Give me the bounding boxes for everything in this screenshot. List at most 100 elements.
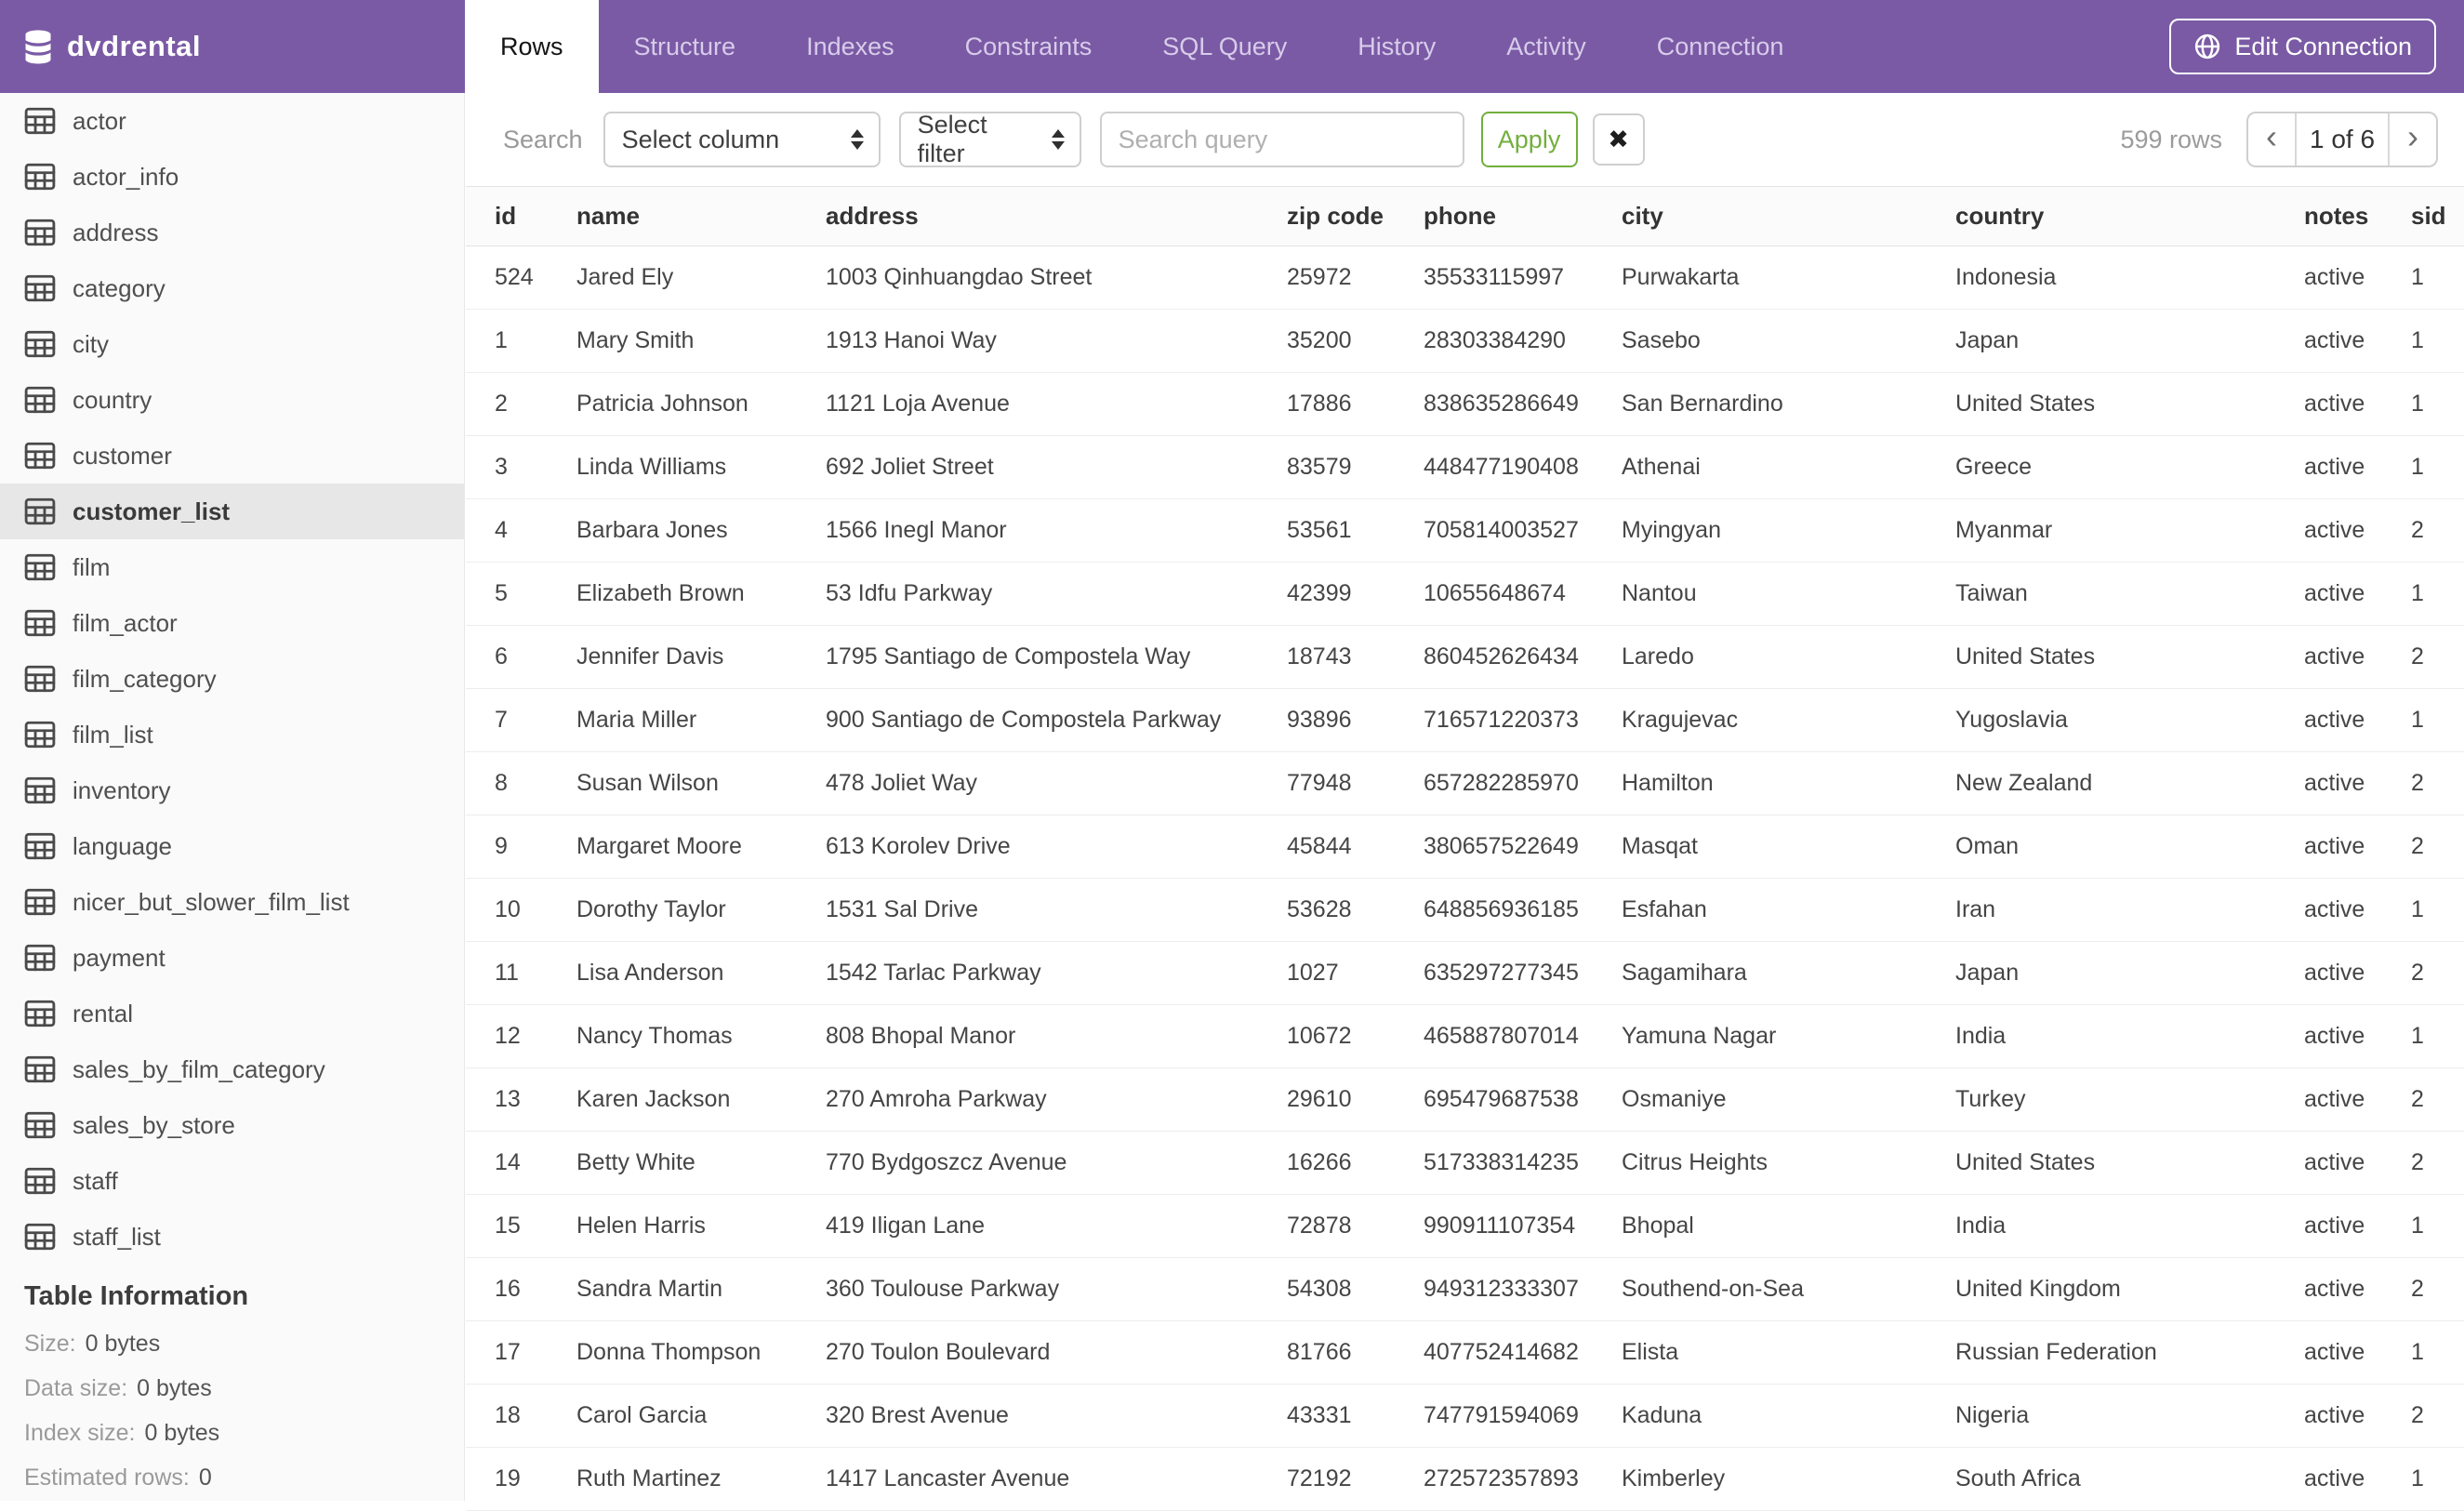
sidebar-item-film[interactable]: film	[0, 539, 464, 595]
app-header: dvdrental Rows Structure Indexes Constraint…	[0, 0, 2464, 93]
cell-phone: 28303384290	[1424, 327, 1566, 353]
tab-constraints[interactable]: Constraints	[930, 0, 1128, 93]
column-header-city[interactable]: city	[1622, 202, 1955, 231]
sidebar-item-inventory[interactable]: inventory	[0, 762, 464, 818]
table-row[interactable]: 17 Donna Thompson 270 Toulon Boulevard 8176…	[466, 1321, 2464, 1385]
column-header-name[interactable]: name	[576, 202, 826, 231]
sidebar-item-sales-by-store[interactable]: sales_by_store	[0, 1097, 464, 1153]
tab-activity[interactable]: Activity	[1471, 0, 1622, 93]
column-header-phone[interactable]: phone	[1424, 202, 1622, 231]
prev-page-button[interactable]: ‹	[2248, 113, 2295, 166]
cell-name: Barbara Jones	[576, 517, 728, 543]
sidebar-item-label: staff	[73, 1166, 118, 1195]
sidebar-item-city[interactable]: city	[0, 316, 464, 372]
sidebar-item-language[interactable]: language	[0, 818, 464, 874]
tab-connection[interactable]: Connection	[1622, 0, 1820, 93]
table-row[interactable]: 7 Maria Miller 900 Santiago de Compostela …	[466, 689, 2464, 752]
sidebar-item-label: sales_by_film_category	[73, 1054, 325, 1083]
sidebar-item-label: inventory	[73, 775, 171, 804]
cell-address: 1417 Lancaster Avenue	[826, 1465, 1070, 1491]
table-row[interactable]: 9 Margaret Moore 613 Korolev Drive 45844 380…	[466, 815, 2464, 879]
table-row[interactable]: 14 Betty White 770 Bydgoszcz Avenue 16266 51…	[466, 1132, 2464, 1195]
data-grid: id name address zip code phone city country not…	[466, 186, 2464, 1511]
sidebar-item-sales-by-film-category[interactable]: sales_by_film_category	[0, 1041, 464, 1097]
table-row[interactable]: 13 Karen Jackson 270 Amroha Parkway 29610 69…	[466, 1068, 2464, 1132]
sidebar-item-customer-list[interactable]: customer_list	[0, 484, 464, 539]
table-row[interactable]: 6 Jennifer Davis 1795 Santiago de Composte…	[466, 626, 2464, 689]
column-header-country[interactable]: country	[1955, 202, 2304, 231]
sidebar-item-film-category[interactable]: film_category	[0, 651, 464, 707]
select-column-dropdown[interactable]: Select column	[603, 112, 881, 167]
table-row[interactable]: 2 Patricia Johnson 1121 Loja Avenue 17886 83…	[466, 373, 2464, 436]
cell-city: Sasebo	[1622, 327, 1701, 353]
cell-name: Sandra Martin	[576, 1276, 723, 1302]
database-icon	[25, 30, 51, 63]
table-row[interactable]: 5 Elizabeth Brown 53 Idfu Parkway 42399 1065…	[466, 563, 2464, 626]
sidebar-item-actor[interactable]: actor	[0, 93, 464, 149]
sidebar-item-film-actor[interactable]: film_actor	[0, 595, 464, 651]
cell-id: 8	[495, 770, 508, 796]
table-row[interactable]: 19 Ruth Martinez 1417 Lancaster Avenue 7219…	[466, 1448, 2464, 1511]
table-row[interactable]: 18 Carol Garcia 320 Brest Avenue 43331 74779…	[466, 1385, 2464, 1448]
table-list: actor actor_info address category city c…	[0, 93, 464, 1265]
cell-id: 9	[495, 833, 508, 859]
cell-name: Elizabeth Brown	[576, 580, 745, 606]
tab-rows[interactable]: Rows	[465, 0, 599, 93]
sidebar-item-staff-list[interactable]: staff_list	[0, 1209, 464, 1265]
column-header-zip-code[interactable]: zip code	[1287, 202, 1424, 231]
column-header-id[interactable]: id	[495, 202, 576, 231]
sidebar-item-film-list[interactable]: film_list	[0, 707, 464, 762]
table-row[interactable]: 16 Sandra Martin 360 Toulouse Parkway 54308…	[466, 1258, 2464, 1321]
info-value: 0 bytes	[85, 1330, 161, 1357]
cell-country: India	[1955, 1213, 2007, 1239]
info-label: Index size:	[24, 1419, 136, 1446]
sidebar-item-rental[interactable]: rental	[0, 986, 464, 1041]
edit-connection-label: Edit Connection	[2234, 32, 2412, 60]
sidebar-item-address[interactable]: address	[0, 205, 464, 260]
table-row[interactable]: 11 Lisa Anderson 1542 Tarlac Parkway 1027 63…	[466, 942, 2464, 1005]
apply-button[interactable]: Apply	[1480, 112, 1578, 167]
clear-search-button[interactable]: ✖	[1592, 113, 1645, 166]
edit-connection-button[interactable]: Edit Connection	[2169, 19, 2436, 74]
cell-notes: active	[2304, 264, 2365, 290]
cell-city: San Bernardino	[1622, 391, 1783, 417]
sidebar-item-country[interactable]: country	[0, 372, 464, 428]
sidebar-item-customer[interactable]: customer	[0, 428, 464, 484]
cell-name: Mary Smith	[576, 327, 695, 353]
sidebar-item-staff[interactable]: staff	[0, 1153, 464, 1209]
table-icon	[24, 219, 56, 246]
select-filter-dropdown[interactable]: Select filter	[898, 111, 1081, 167]
column-header-address[interactable]: address	[826, 202, 1287, 231]
column-header-notes[interactable]: notes	[2304, 202, 2411, 231]
table-row[interactable]: 3 Linda Williams 692 Joliet Street 83579 448…	[466, 436, 2464, 499]
cell-notes: active	[2304, 707, 2365, 733]
table-row[interactable]: 4 Barbara Jones 1566 Inegl Manor 53561 70581…	[466, 499, 2464, 563]
sidebar-item-actor-info[interactable]: actor_info	[0, 149, 464, 205]
tab-indexes[interactable]: Indexes	[771, 0, 930, 93]
sidebar-item-label: customer_list	[73, 497, 231, 525]
table-row[interactable]: 1 Mary Smith 1913 Hanoi Way 35200 2830338429…	[466, 310, 2464, 373]
tab-sql-query[interactable]: SQL Query	[1127, 0, 1322, 93]
table-icon	[24, 832, 56, 860]
sidebar-item-payment[interactable]: payment	[0, 930, 464, 986]
sidebar-item-nicer-but-slower-film-list[interactable]: nicer_but_slower_film_list	[0, 874, 464, 930]
sidebar-item-label: language	[73, 831, 172, 860]
cell-id: 11	[495, 960, 519, 986]
column-header-sid[interactable]: sid	[2411, 202, 2464, 231]
table-row[interactable]: 8 Susan Wilson 478 Joliet Way 77948 65728228…	[466, 752, 2464, 815]
cell-phone: 517338314235	[1424, 1149, 1579, 1175]
data-grid-header: id name address zip code phone city country not…	[466, 186, 2464, 246]
sidebar-item-category[interactable]: category	[0, 260, 464, 316]
cell-city: Athenai	[1622, 454, 1701, 480]
tab-structure[interactable]: Structure	[599, 0, 772, 93]
sidebar-item-label: actor	[73, 106, 126, 135]
table-row[interactable]: 10 Dorothy Taylor 1531 Sal Drive 53628 64885…	[466, 879, 2464, 942]
table-row[interactable]: 524 Jared Ely 1003 Qinhuangdao Street 25972…	[466, 246, 2464, 310]
table-row[interactable]: 12 Nancy Thomas 808 Bhopal Manor 10672 46588…	[466, 1005, 2464, 1068]
cell-address: 419 Iligan Lane	[826, 1213, 985, 1239]
tab-history[interactable]: History	[1322, 0, 1471, 93]
search-query-input[interactable]	[1099, 112, 1464, 167]
next-page-button[interactable]: ›	[2390, 113, 2436, 166]
globe-icon	[2195, 33, 2220, 60]
table-row[interactable]: 15 Helen Harris 419 Iligan Lane 72878 990911…	[466, 1195, 2464, 1258]
